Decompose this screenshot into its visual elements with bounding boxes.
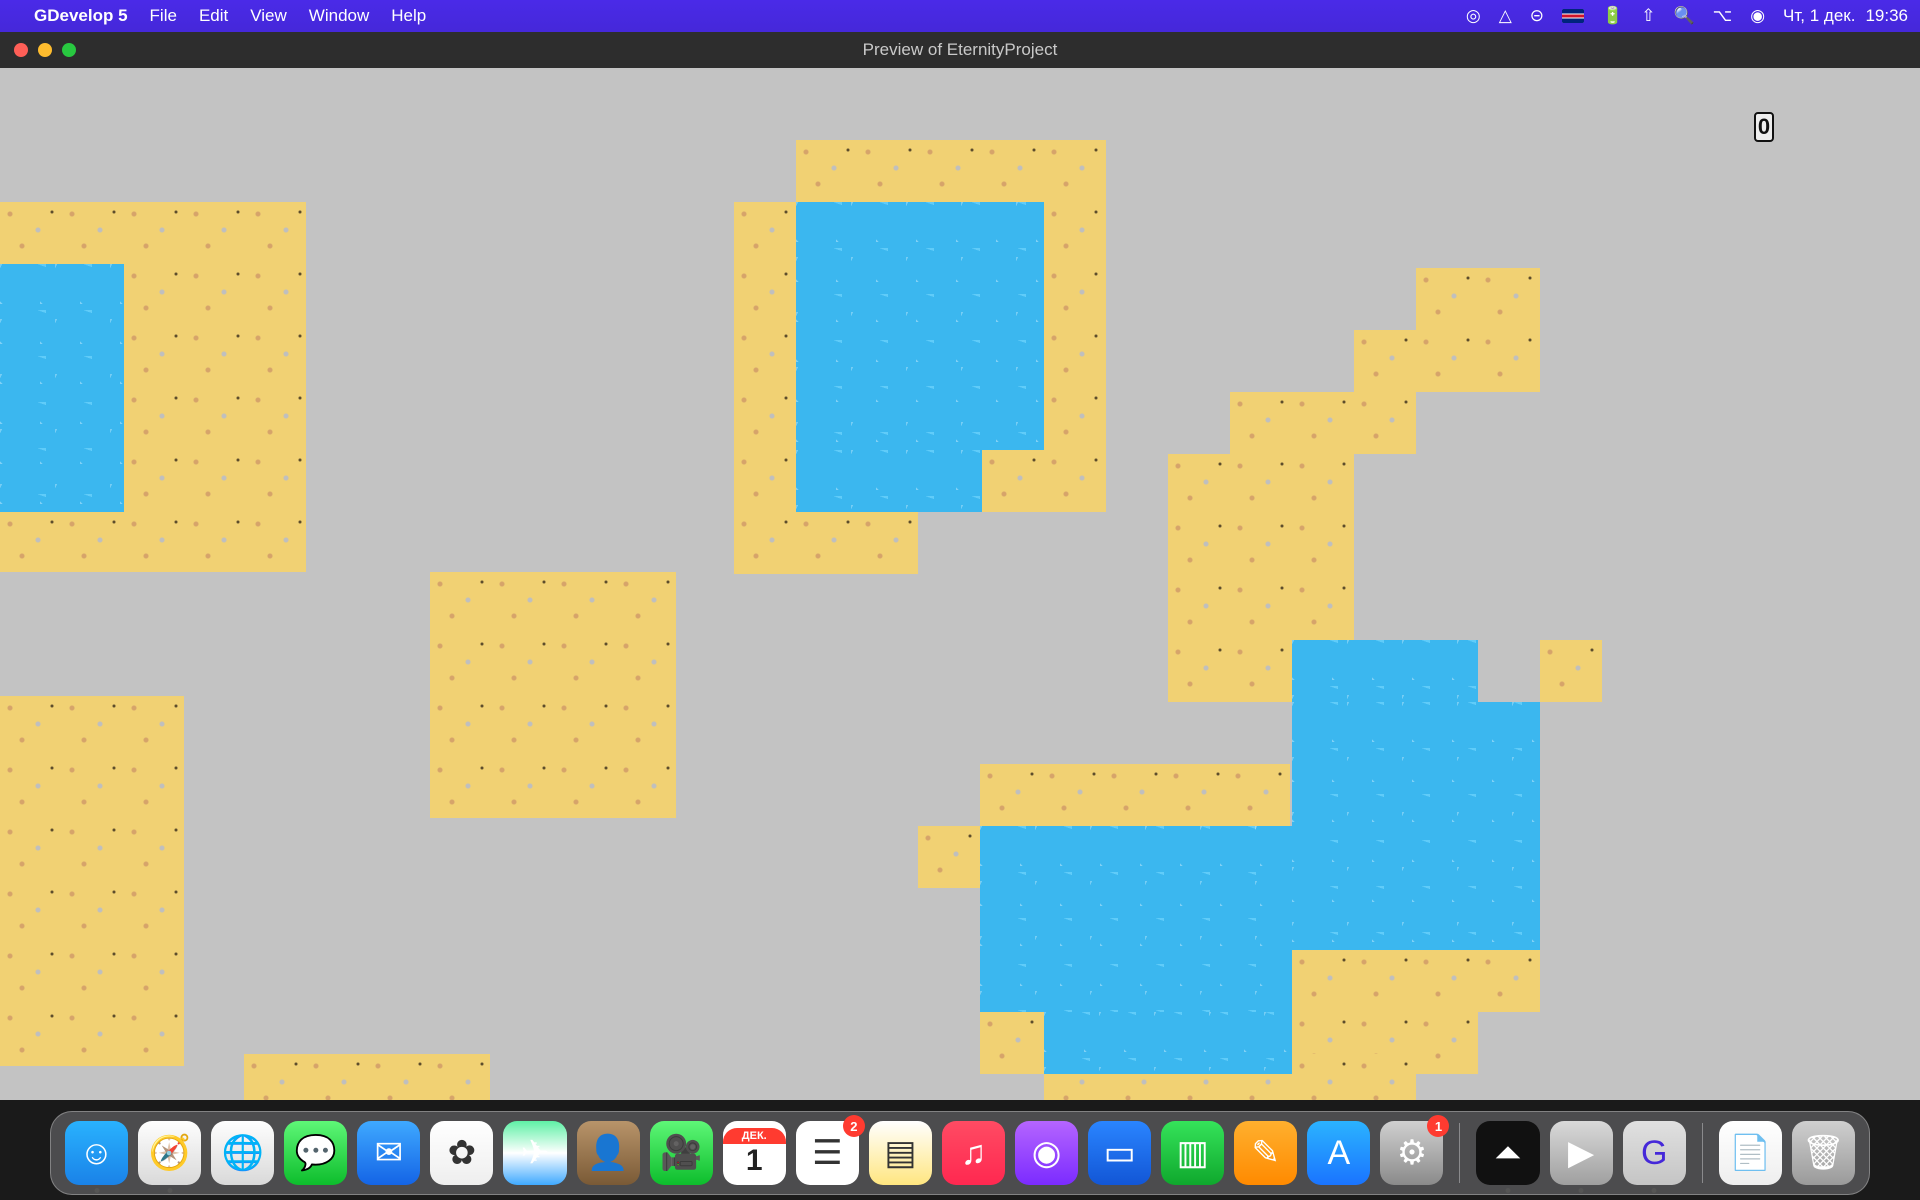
sand-tile bbox=[796, 140, 1106, 202]
dock-mail-icon[interactable]: ✉ bbox=[357, 1121, 420, 1185]
water-tile bbox=[796, 450, 982, 512]
control-center-icon[interactable]: ⌥ bbox=[1713, 6, 1733, 26]
dock-messages-icon[interactable]: 💬 bbox=[284, 1121, 347, 1185]
sand-tile bbox=[918, 826, 980, 888]
calendar-day-number: 1 bbox=[746, 1144, 763, 1178]
dock-document-icon[interactable]: 📄 bbox=[1719, 1121, 1782, 1185]
water-tile bbox=[1044, 1012, 1292, 1074]
status-indicator-icon[interactable]: ◎ bbox=[1466, 6, 1481, 26]
menu-file[interactable]: File bbox=[150, 6, 177, 26]
hud-score-value: 0 bbox=[1758, 114, 1770, 140]
water-tile bbox=[1292, 640, 1478, 702]
dock-settings-icon[interactable]: ⚙ bbox=[1380, 1121, 1443, 1185]
sand-tile bbox=[1230, 392, 1416, 454]
dock-activity-icon[interactable]: ⏶ bbox=[1476, 1121, 1539, 1185]
status-vpn-icon[interactable]: ⊝ bbox=[1530, 6, 1544, 26]
spotlight-icon[interactable]: 🔍 bbox=[1673, 6, 1694, 26]
dock-separator bbox=[1459, 1123, 1460, 1183]
app-name[interactable]: GDevelop 5 bbox=[34, 6, 128, 26]
sand-tile bbox=[1540, 640, 1602, 702]
battery-icon[interactable]: 🔋 bbox=[1602, 6, 1623, 26]
menu-window[interactable]: Window bbox=[309, 6, 369, 26]
window-zoom-button[interactable] bbox=[62, 43, 76, 57]
water-tile bbox=[0, 264, 124, 512]
dock-calendar-icon[interactable]: ДЕК.1 bbox=[723, 1121, 786, 1185]
wifi-icon[interactable]: ⇧ bbox=[1641, 6, 1655, 26]
menubar-date[interactable]: Чт, 1 дек. bbox=[1783, 6, 1855, 26]
sand-tile bbox=[430, 572, 676, 818]
dock-quicktime-icon[interactable]: ▶ bbox=[1550, 1121, 1613, 1185]
sand-tile bbox=[734, 512, 918, 574]
dock-pages-icon[interactable]: ✎ bbox=[1234, 1121, 1297, 1185]
input-language-flag-icon[interactable] bbox=[1562, 9, 1584, 23]
sand-tile bbox=[0, 696, 184, 1066]
sand-tile bbox=[244, 1054, 490, 1100]
dock-trash-icon[interactable]: 🗑 bbox=[1792, 1121, 1855, 1185]
menubar-time[interactable]: 19:36 bbox=[1865, 6, 1908, 26]
dock-finder-icon[interactable]: ☺ bbox=[65, 1121, 128, 1185]
dock-podcasts-icon[interactable]: ◉ bbox=[1015, 1121, 1078, 1185]
dock-edge-icon[interactable]: 🌐 bbox=[211, 1121, 274, 1185]
water-tile bbox=[1292, 702, 1540, 950]
water-tile bbox=[796, 202, 1044, 450]
dock-contacts-icon[interactable]: 👤 bbox=[577, 1121, 640, 1185]
window-close-button[interactable] bbox=[14, 43, 28, 57]
dock-separator bbox=[1702, 1123, 1703, 1183]
dock-keynote-icon[interactable]: ▭ bbox=[1088, 1121, 1151, 1185]
dock-numbers-icon[interactable]: ▥ bbox=[1161, 1121, 1224, 1185]
menu-edit[interactable]: Edit bbox=[199, 6, 228, 26]
dock-notes-icon[interactable]: ▤ bbox=[869, 1121, 932, 1185]
window-titlebar: Preview of EternityProject bbox=[0, 32, 1920, 68]
game-preview-canvas[interactable]: 0 bbox=[0, 68, 1920, 1100]
dock-safari-icon[interactable]: 🧭 bbox=[138, 1121, 201, 1185]
calendar-month-label: ДЕК. bbox=[723, 1128, 786, 1144]
dock-appstore-icon[interactable]: A bbox=[1307, 1121, 1370, 1185]
hud-score-badge: 0 bbox=[1754, 112, 1774, 142]
sand-tile bbox=[1354, 330, 1416, 392]
sand-tile bbox=[980, 764, 1290, 826]
sand-tile bbox=[1416, 268, 1540, 392]
menu-view[interactable]: View bbox=[250, 6, 287, 26]
status-triangle-icon[interactable]: △ bbox=[1499, 6, 1512, 26]
macos-dock: ☺🧭🌐💬✉✿✈👤🎥ДЕК.1☰▤♫◉▭▥✎A⚙⏶▶G📄🗑 bbox=[50, 1111, 1870, 1195]
window-title: Preview of EternityProject bbox=[863, 40, 1058, 60]
water-tile bbox=[980, 826, 1292, 1012]
menu-help[interactable]: Help bbox=[391, 6, 426, 26]
dock-photos-icon[interactable]: ✿ bbox=[430, 1121, 493, 1185]
dock-gdevelop-icon[interactable]: G bbox=[1623, 1121, 1686, 1185]
dock-facetime-icon[interactable]: 🎥 bbox=[650, 1121, 713, 1185]
window-minimize-button[interactable] bbox=[38, 43, 52, 57]
macos-menubar: GDevelop 5 File Edit View Window Help ◎ … bbox=[0, 0, 1920, 32]
siri-icon[interactable]: ◉ bbox=[1750, 6, 1765, 26]
dock-reminders-icon[interactable]: ☰ bbox=[796, 1121, 859, 1185]
dock-maps-icon[interactable]: ✈ bbox=[503, 1121, 566, 1185]
dock-music-icon[interactable]: ♫ bbox=[942, 1121, 1005, 1185]
